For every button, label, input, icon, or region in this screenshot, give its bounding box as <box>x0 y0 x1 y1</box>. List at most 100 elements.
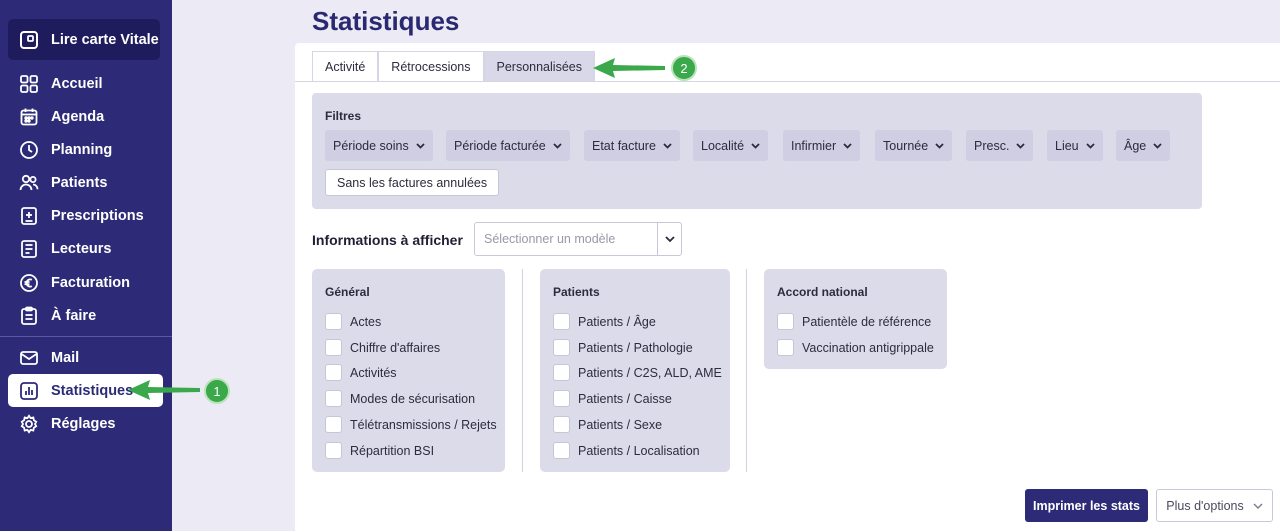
sidebar-item-prescriptions[interactable]: Prescriptions <box>8 199 163 232</box>
chevron-down-icon <box>843 142 852 149</box>
chevron-down-icon <box>1153 142 1162 149</box>
option-patients-pathologie[interactable]: Patients / Pathologie <box>553 339 693 356</box>
clock-icon <box>20 140 38 159</box>
sidebar-item-reglages[interactable]: Réglages <box>8 407 163 440</box>
sidebar-item-label: Statistiques <box>51 382 134 399</box>
option-label: Répartition BSI <box>350 443 435 458</box>
checkbox[interactable] <box>325 364 342 381</box>
sidebar-item-mail[interactable]: Mail <box>8 341 163 374</box>
option-patients-age[interactable]: Patients / Âge <box>553 313 656 330</box>
filter-lieu[interactable]: Lieu <box>1047 130 1103 161</box>
sidebar-item-a-faire[interactable]: À faire <box>8 299 163 332</box>
exclude-cancelled-invoices-button[interactable]: Sans les factures annulées <box>325 169 500 196</box>
option-label: Patientèle de référence <box>802 314 932 329</box>
sidebar-item-label: Prescriptions <box>51 207 144 224</box>
more-options-button[interactable]: Plus d'options <box>1156 489 1273 522</box>
filter-label: Presc. <box>974 138 1010 153</box>
option-label: Vaccination antigrippale <box>802 340 934 355</box>
sidebar-item-facturation[interactable]: Facturation <box>8 266 163 299</box>
checkbox[interactable] <box>553 364 570 381</box>
calendar-icon <box>20 108 38 125</box>
option-label: Chiffre d'affaires <box>350 340 441 355</box>
sidebar-item-label: Accueil <box>51 75 103 92</box>
tab-retrocessions[interactable]: Rétrocessions <box>378 51 484 82</box>
option-patients-caisse[interactable]: Patients / Caisse <box>553 390 672 407</box>
model-select-toggle[interactable] <box>657 223 681 255</box>
filter-prescripteur[interactable]: Presc. <box>966 130 1034 161</box>
chevron-down-icon <box>1086 142 1095 149</box>
sidebar-item-accueil[interactable]: Accueil <box>8 67 163 100</box>
panel-general: Général Actes Chiffre d'affaires Activit… <box>312 269 505 472</box>
option-label: Actes <box>350 314 382 329</box>
sidebar-item-label: À faire <box>51 307 97 324</box>
reader-icon <box>21 239 37 258</box>
filter-localite[interactable]: Localité <box>693 130 769 161</box>
sidebar-item-lecteurs[interactable]: Lecteurs <box>8 232 163 265</box>
print-stats-button[interactable]: Imprimer les stats <box>1025 489 1148 522</box>
option-patients-localisation[interactable]: Patients / Localisation <box>553 442 700 459</box>
filter-etat-facture[interactable]: Etat facture <box>584 130 680 161</box>
panel-title: Général <box>325 285 370 299</box>
option-modes-securisation[interactable]: Modes de sécurisation <box>325 390 475 407</box>
checkbox[interactable] <box>553 339 570 356</box>
checkbox[interactable] <box>777 313 794 330</box>
sidebar-item-label: Mail <box>51 349 80 366</box>
option-vaccination-antigrippale[interactable]: Vaccination antigrippale <box>777 339 934 356</box>
checkbox[interactable] <box>325 442 342 459</box>
filter-periode-soins[interactable]: Période soins <box>325 130 433 161</box>
panel-separator <box>522 269 523 472</box>
option-teletransmissions[interactable]: Télétransmissions / Rejets <box>325 416 497 433</box>
tab-activite[interactable]: Activité <box>312 51 379 82</box>
main-area: Statistiques Activité Rétrocessions Pers… <box>172 0 1280 531</box>
checkbox[interactable] <box>553 313 570 330</box>
filters-title: Filtres <box>325 109 362 123</box>
sidebar: Lire carte Vitale Accueil Agenda Plannin… <box>0 0 172 531</box>
filter-label: Âge <box>1124 138 1147 153</box>
option-chiffre-affaires[interactable]: Chiffre d'affaires <box>325 339 440 356</box>
sidebar-item-label: Agenda <box>51 108 105 125</box>
panel-title: Accord national <box>777 285 868 299</box>
checkbox[interactable] <box>325 390 342 407</box>
checkbox[interactable] <box>553 416 570 433</box>
sidebar-item-planning[interactable]: Planning <box>8 133 163 166</box>
stats-content: Activité Rétrocessions Personnalisées Fi… <box>295 43 1280 531</box>
option-label: Patients / C2S, ALD, AME <box>578 365 722 380</box>
stats-icon <box>20 381 38 400</box>
filter-tournee[interactable]: Tournée <box>875 130 953 161</box>
checkbox[interactable] <box>553 390 570 407</box>
filter-infirmier[interactable]: Infirmier <box>783 130 861 161</box>
option-patients-c2s[interactable]: Patients / C2S, ALD, AME <box>553 364 722 381</box>
euro-icon <box>20 273 38 292</box>
filter-label: Période soins <box>333 138 409 153</box>
checkbox[interactable] <box>325 416 342 433</box>
panel-separator <box>746 269 747 472</box>
checkbox[interactable] <box>553 442 570 459</box>
filter-age[interactable]: Âge <box>1116 130 1171 161</box>
model-select[interactable]: Sélectionner un modèle <box>474 222 682 256</box>
filter-label: Etat facture <box>592 138 656 153</box>
sidebar-item-patients[interactable]: Patients <box>8 166 163 199</box>
read-vitale-card-button[interactable]: Lire carte Vitale <box>8 19 160 60</box>
option-label: Patients / Localisation <box>578 443 700 458</box>
tab-personnalisees[interactable]: Personnalisées <box>483 51 595 82</box>
checkbox[interactable] <box>777 339 794 356</box>
filter-label: Lieu <box>1055 138 1079 153</box>
checkbox[interactable] <box>325 339 342 356</box>
option-patients-sexe[interactable]: Patients / Sexe <box>553 416 662 433</box>
sidebar-item-agenda[interactable]: Agenda <box>8 100 163 133</box>
checkbox[interactable] <box>325 313 342 330</box>
read-vitale-card-label: Lire carte Vitale <box>51 31 159 48</box>
chevron-down-icon <box>1253 503 1263 509</box>
gear-icon <box>20 413 38 434</box>
chevron-down-icon <box>553 142 562 149</box>
option-patientele-reference[interactable]: Patientèle de référence <box>777 313 931 330</box>
option-actes[interactable]: Actes <box>325 313 381 330</box>
sidebar-item-label: Lecteurs <box>51 240 112 257</box>
option-repartition-bsi[interactable]: Répartition BSI <box>325 442 434 459</box>
sidebar-item-label: Réglages <box>51 415 116 432</box>
filters-panel: Filtres Période soins Période facturée E… <box>312 93 1202 209</box>
tab-divider <box>295 81 1280 82</box>
option-activites[interactable]: Activités <box>325 364 397 381</box>
filter-periode-facturee[interactable]: Période facturée <box>446 130 570 161</box>
sidebar-item-label: Facturation <box>51 274 130 291</box>
